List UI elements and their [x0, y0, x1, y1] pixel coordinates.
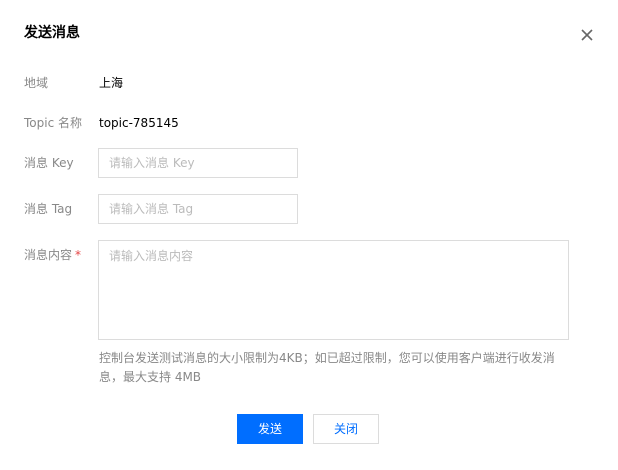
- size-limit-hint: 控制台发送测试消息的大小限制为4KB；如已超过限制，您可以使用客户端进行收发消息…: [99, 351, 555, 384]
- message-key-label: 消息 Key: [24, 156, 74, 170]
- required-mark: *: [75, 248, 82, 262]
- message-content-label: 消息内容 *: [24, 247, 81, 263]
- send-message-dialog: 发送消息 地域 上海 Topic 名称 topic-785145 消息 Key …: [0, 0, 618, 470]
- region-value: 上海: [99, 76, 124, 90]
- topic-name-value: topic-785145: [99, 116, 179, 130]
- message-content-label-text: 消息内容: [24, 248, 73, 262]
- region-label: 地域: [24, 76, 49, 90]
- topic-name-label: Topic 名称: [24, 116, 82, 130]
- close-button[interactable]: 关闭: [313, 414, 379, 444]
- message-tag-input[interactable]: [98, 194, 298, 224]
- close-icon[interactable]: [578, 26, 596, 44]
- send-button[interactable]: 发送: [237, 414, 303, 444]
- message-content-input[interactable]: [98, 240, 569, 340]
- message-key-input[interactable]: [98, 148, 298, 178]
- message-tag-label: 消息 Tag: [24, 202, 73, 216]
- dialog-title: 发送消息: [24, 25, 80, 41]
